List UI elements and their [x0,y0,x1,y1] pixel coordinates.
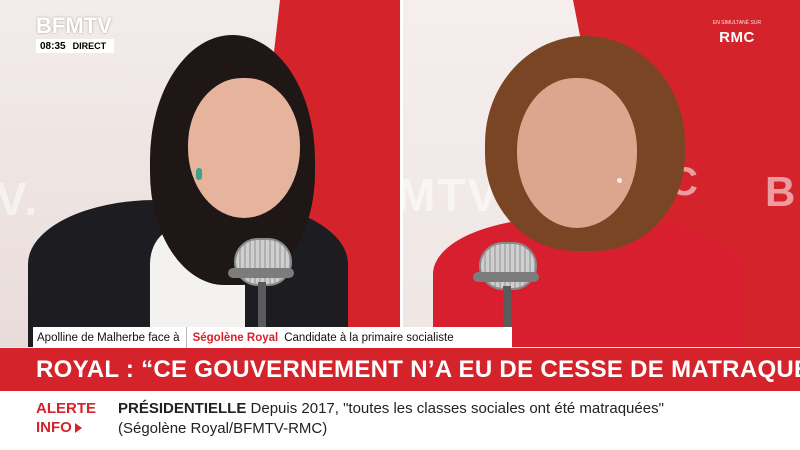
strap-separator [185,327,187,348]
alert-info-label: ALERTE INFO [36,399,108,437]
rmc-simulcast-label: EN SIMULTANÉ SUR [712,20,762,26]
guest-role: Candidate à la primaire socialiste [284,331,454,344]
guest-face [517,78,637,228]
video-frame: V. BFMTV 08:35 DIRECT MTV C B EN SIMULTA… [0,0,800,450]
play-arrow-icon [74,423,82,434]
rmc-logo: EN SIMULTANÉ SUR RMC [708,20,766,49]
rmc-logo-text: RMC [708,27,766,49]
guest-figure [403,0,800,347]
headline-text: ROYAL : “CE GOUVERNEMENT N’A EU DE CESSE… [36,356,800,383]
guest-name: Ségolène Royal [192,331,279,344]
right-studio-pane: MTV C B EN SIMULTANÉ SUR RMC [403,0,800,347]
live-label: DIRECT [72,41,107,51]
ticker-keyword: PRÉSIDENTIELLE [118,400,247,417]
bfmtv-logo: BFMTV 08:35 DIRECT [36,15,114,53]
host-face [188,78,300,218]
live-clock: 08:35 DIRECT [36,39,114,53]
headline-banner: ROYAL : “CE GOUVERNEMENT N’A EU DE CESSE… [0,348,800,391]
ticker-news: PRÉSIDENTIELLE Depuis 2017, "toutes les … [118,399,678,439]
left-studio-pane: V. BFMTV 08:35 DIRECT [0,0,400,347]
name-strap: Apolline de Malherbe face à Ségolène Roy… [33,327,512,348]
clock-time: 08:35 [40,40,66,52]
alert-line-1: ALERTE [36,400,96,417]
host-name: Apolline de Malherbe face à [37,331,180,344]
guest-earring [617,178,622,183]
alert-line-2: INFO [36,419,72,436]
bfmtv-logo-text: BFMTV [36,13,112,38]
host-earring [196,168,202,180]
news-ticker: ALERTE INFO PRÉSIDENTIELLE Depuis 2017, … [0,391,800,450]
